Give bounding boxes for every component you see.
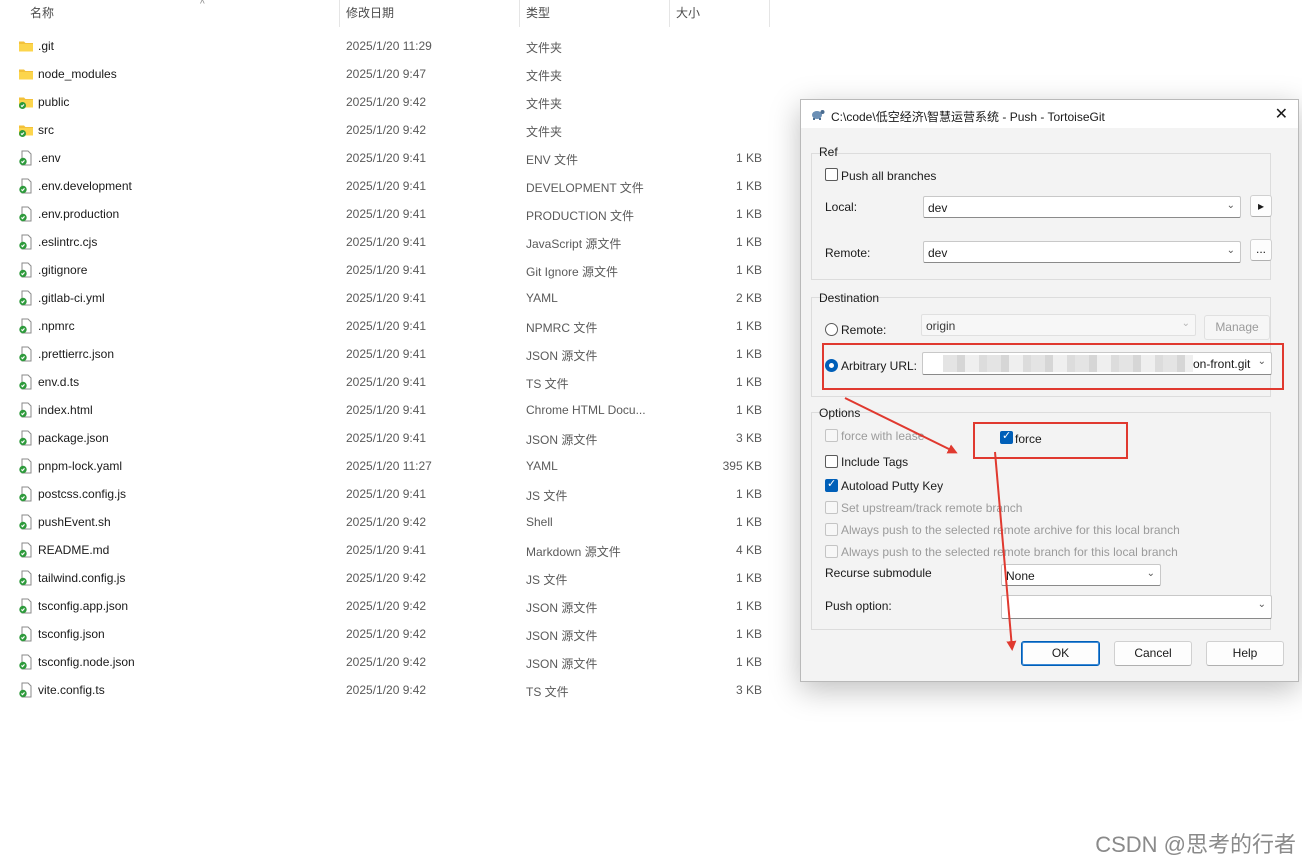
watermark: CSDN @思考的行者 (1095, 832, 1296, 857)
arrow-to-force (844, 397, 958, 454)
arrow-to-ok (994, 451, 1017, 651)
annotation-arrows (844, 397, 1017, 651)
